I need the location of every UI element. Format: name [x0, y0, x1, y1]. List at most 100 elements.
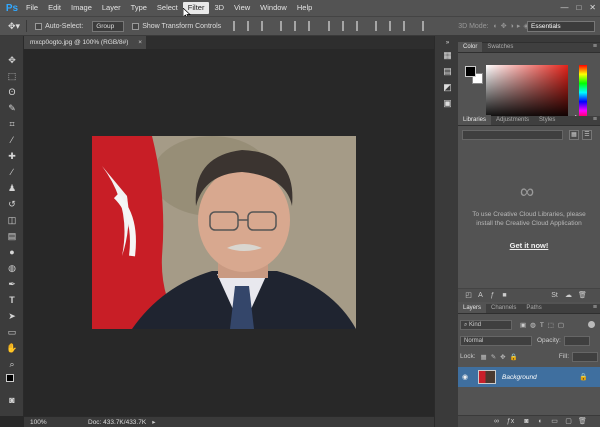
- menu-help[interactable]: Help: [292, 2, 317, 14]
- layer-row-background[interactable]: ◉ Background 🔒: [458, 367, 600, 387]
- new-group-icon[interactable]: ▭: [550, 417, 559, 426]
- add-character-style-icon[interactable]: A: [476, 291, 485, 300]
- color-picker-field[interactable]: [486, 65, 568, 120]
- menu-view[interactable]: View: [229, 2, 255, 14]
- history-brush-tool-icon[interactable]: ↺: [6, 198, 18, 210]
- brush-panel-icon[interactable]: ◩: [442, 82, 453, 93]
- add-color-icon[interactable]: ■: [500, 291, 509, 300]
- tab-color[interactable]: Color: [458, 42, 483, 52]
- move-tool-icon[interactable]: ✥▾: [8, 21, 20, 32]
- move-tool-icon[interactable]: ✥: [6, 54, 18, 66]
- hue-slider[interactable]: [579, 65, 587, 120]
- pen-tool-icon[interactable]: ✒: [6, 278, 18, 290]
- hand-tool-icon[interactable]: ✋: [6, 342, 18, 354]
- lock-icons[interactable]: ▦✎✥🔒: [481, 353, 522, 361]
- dock-collapse-icon[interactable]: »: [442, 38, 453, 49]
- list-view-icon[interactable]: ☰: [582, 130, 592, 140]
- properties-panel-icon[interactable]: ▤: [442, 66, 453, 77]
- distribute-top-icon[interactable]: [328, 21, 338, 31]
- grid-view-icon[interactable]: ▦: [569, 130, 579, 140]
- layer-mask-icon[interactable]: ◙: [522, 417, 531, 426]
- kind-filter-dropdown[interactable]: ⌕ Kind: [460, 319, 512, 330]
- align-vcenter-icon[interactable]: [247, 21, 257, 31]
- history-panel-icon[interactable]: ▦: [442, 50, 453, 61]
- menu-type[interactable]: Type: [126, 2, 152, 14]
- rectangle-tool-icon[interactable]: ▭: [6, 326, 18, 338]
- menu-window[interactable]: Window: [255, 2, 292, 14]
- gradient-tool-icon[interactable]: ▤: [6, 230, 18, 242]
- get-it-now-link[interactable]: Get it now!: [458, 241, 600, 250]
- path-selection-tool-icon[interactable]: ➤: [6, 310, 18, 322]
- foreground-color-swatch[interactable]: [465, 66, 476, 77]
- adjustment-layer-icon[interactable]: ◐: [536, 417, 545, 426]
- quick-select-tool-icon[interactable]: ✎: [6, 102, 18, 114]
- tab-channels[interactable]: Channels: [486, 303, 521, 313]
- clone-stamp-tool-icon[interactable]: ♟: [6, 182, 18, 194]
- align-left-icon[interactable]: [280, 21, 290, 31]
- panel-menu-icon[interactable]: ≡: [593, 115, 597, 125]
- opacity-field[interactable]: [563, 335, 590, 346]
- character-panel-icon[interactable]: ▣: [442, 98, 453, 109]
- tab-libraries[interactable]: Libraries: [458, 115, 492, 125]
- add-graphic-icon[interactable]: ◰: [464, 291, 473, 300]
- eraser-tool-icon[interactable]: ◫: [6, 214, 18, 226]
- eyedropper-tool-icon[interactable]: ⁄: [6, 134, 18, 146]
- auto-select-dropdown[interactable]: Group: [92, 20, 125, 32]
- blur-tool-icon[interactable]: ●: [6, 246, 18, 258]
- filter-icons[interactable]: ▣◍T⬚▢: [520, 321, 568, 329]
- sync-icon[interactable]: ☁: [564, 291, 573, 300]
- align-hcenter-icon[interactable]: [294, 21, 304, 31]
- type-tool-icon[interactable]: T: [6, 294, 18, 306]
- trash-icon[interactable]: 🗑: [578, 291, 587, 300]
- tab-layers[interactable]: Layers: [458, 303, 487, 313]
- document-image[interactable]: [92, 136, 356, 329]
- status-arrow-icon[interactable]: ▸: [152, 418, 155, 426]
- tab-swatches[interactable]: Swatches: [482, 42, 518, 52]
- menu-edit[interactable]: Edit: [43, 2, 66, 14]
- tab-styles[interactable]: Styles: [534, 115, 560, 125]
- layer-lock-icon[interactable]: 🔒: [579, 373, 588, 381]
- color-swatch-icon[interactable]: [6, 374, 18, 392]
- quick-mask-icon[interactable]: ◙: [6, 394, 18, 406]
- brush-tool-icon[interactable]: ∕: [6, 166, 18, 178]
- fill-field[interactable]: [572, 351, 598, 362]
- menu-image[interactable]: Image: [66, 2, 97, 14]
- distribute-right-icon[interactable]: [403, 21, 413, 31]
- stock-icon[interactable]: St: [550, 291, 559, 300]
- distribute-left-icon[interactable]: [375, 21, 385, 31]
- menu-file[interactable]: File: [21, 2, 43, 14]
- zoom-level[interactable]: 100%: [30, 419, 70, 426]
- visibility-eye-icon[interactable]: ◉: [462, 373, 472, 381]
- dodge-tool-icon[interactable]: ◍: [6, 262, 18, 274]
- align-top-icon[interactable]: [233, 21, 243, 31]
- zoom-tool-icon[interactable]: ⌕: [6, 358, 18, 370]
- new-layer-icon[interactable]: ▢: [564, 417, 573, 426]
- distribute-hcenter-icon[interactable]: [389, 21, 399, 31]
- panel-menu-icon[interactable]: ≡: [593, 42, 597, 52]
- layer-name[interactable]: Background: [502, 374, 537, 381]
- align-bottom-icon[interactable]: [261, 21, 271, 31]
- filter-toggle-icon[interactable]: [588, 321, 595, 328]
- blend-mode-dropdown[interactable]: Normal: [460, 335, 532, 346]
- menu-3d[interactable]: 3D: [209, 2, 229, 14]
- marquee-tool-icon[interactable]: ⬚: [6, 70, 18, 82]
- auto-select-checkbox[interactable]: [35, 22, 43, 30]
- menu-select[interactable]: Select: [152, 2, 183, 14]
- distribute-vcenter-icon[interactable]: [342, 21, 352, 31]
- menu-layer[interactable]: Layer: [97, 2, 126, 14]
- library-dropdown[interactable]: [462, 130, 563, 140]
- maximize-button[interactable]: □: [576, 3, 581, 12]
- distribute-bottom-icon[interactable]: [356, 21, 366, 31]
- tab-adjustments[interactable]: Adjustments: [491, 115, 534, 125]
- tab-paths[interactable]: Paths: [521, 303, 546, 313]
- close-tab-icon[interactable]: ×: [138, 36, 142, 49]
- panel-menu-icon[interactable]: ≡: [593, 303, 597, 313]
- minimize-button[interactable]: —: [560, 3, 568, 12]
- show-transform-checkbox[interactable]: [132, 22, 140, 30]
- layer-style-icon[interactable]: ƒx: [506, 417, 515, 426]
- add-layer-style-icon[interactable]: ƒ: [488, 291, 497, 300]
- healing-brush-tool-icon[interactable]: ✚: [6, 150, 18, 162]
- crop-tool-icon[interactable]: ⌗: [6, 118, 18, 130]
- link-layers-icon[interactable]: ∞: [492, 417, 501, 426]
- lasso-tool-icon[interactable]: ʘ: [6, 86, 18, 98]
